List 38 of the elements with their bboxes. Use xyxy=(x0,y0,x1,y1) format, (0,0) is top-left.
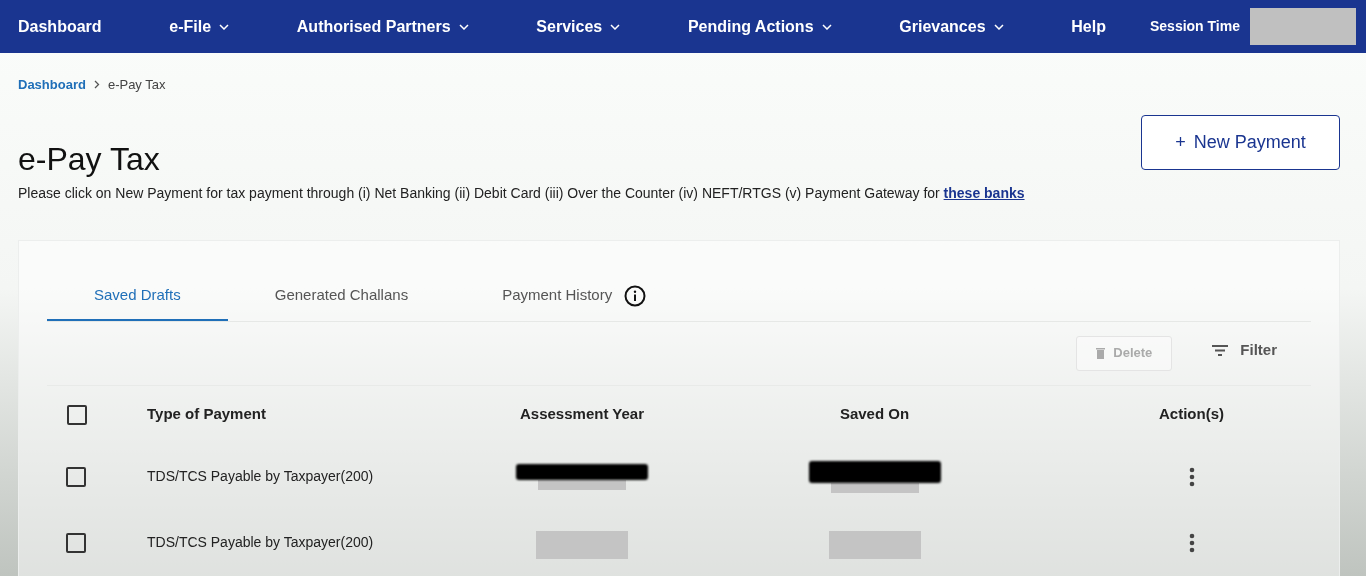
column-header: Action(s) xyxy=(1159,404,1224,425)
page-title: e-Pay Tax xyxy=(18,139,161,179)
filter-button[interactable]: Filter xyxy=(1212,338,1277,362)
nav-menu-item[interactable]: Grievances xyxy=(899,14,1004,39)
checkbox[interactable] xyxy=(66,532,86,553)
filter-icon xyxy=(1212,344,1229,356)
more-vertical-icon[interactable] xyxy=(1188,532,1195,553)
chevron-down-icon xyxy=(219,23,230,30)
chevron-down-icon xyxy=(993,23,1004,30)
chevron-down-icon xyxy=(458,23,469,30)
chevron-down-icon xyxy=(821,23,832,30)
checkbox[interactable] xyxy=(67,404,87,425)
nav-menu-item[interactable]: Authorised Partners xyxy=(296,14,469,39)
nav-menu-item[interactable]: Help xyxy=(1071,14,1106,39)
tab[interactable]: Generated Challans xyxy=(227,272,456,321)
nav-menu-item[interactable]: Pending Actions xyxy=(687,14,832,39)
breadcrumb-current: e-Pay Tax xyxy=(107,76,166,94)
nav-menu-item[interactable]: Services xyxy=(536,14,621,39)
column-header: Type of Payment xyxy=(147,404,266,425)
table-cell-text: TDS/TCS Payable by Taxpayer(200) xyxy=(147,533,375,552)
new-payment-button[interactable]: + New Payment xyxy=(1141,114,1340,170)
nav-menu-item[interactable]: Dashboard xyxy=(18,14,102,39)
column-header: Saved On xyxy=(839,404,910,425)
more-vertical-icon[interactable] xyxy=(1188,466,1195,487)
chevron-right-icon xyxy=(93,80,100,90)
trash-icon xyxy=(1096,347,1106,359)
table-cell-text: TDS/TCS Payable by Taxpayer(200) xyxy=(147,467,375,486)
page-description: Please click on New Payment for tax payment through (i) Net Banking (ii) Debit Card (iii) Over the Counter (iv) NEFT/RTGS (v) Payment Gateway for these banks xyxy=(18,183,1025,203)
breadcrumb-link[interactable]: Dashboard xyxy=(18,75,86,95)
checkbox[interactable] xyxy=(66,466,86,487)
tab[interactable]: Saved Drafts xyxy=(47,272,228,321)
session-time-label: Session Time xyxy=(1150,17,1240,36)
column-header: Assessment Year xyxy=(520,404,644,425)
tab[interactable]: Payment History xyxy=(455,272,694,321)
info-icon xyxy=(624,284,647,307)
chevron-down-icon xyxy=(610,23,621,30)
nav-menu-item[interactable]: e-File xyxy=(169,14,230,39)
banks-link[interactable]: these banks xyxy=(943,184,1025,201)
